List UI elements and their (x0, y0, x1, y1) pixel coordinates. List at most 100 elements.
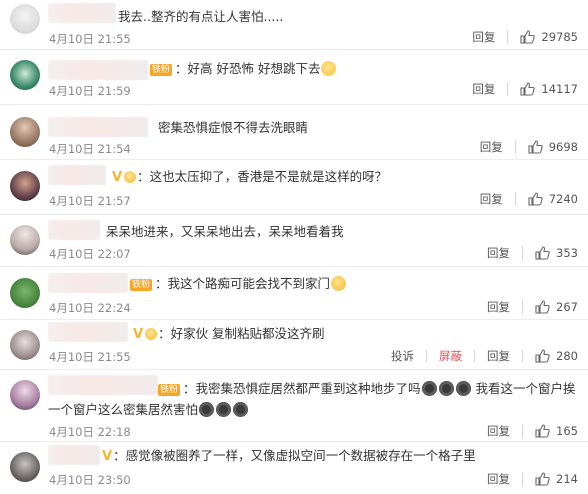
username-blurred[interactable] (48, 322, 128, 342)
divider (522, 424, 524, 438)
comment-text-wrapper: 铁粉 ：好高 好恐怖 好想跳下去 (150, 60, 337, 77)
comment-actions: 回复 353 (487, 245, 578, 261)
avatar[interactable] (10, 278, 40, 308)
divider (522, 472, 524, 486)
comment-text-wrapper: V ：这也太压抑了，香港是不是就是这样的呀？ (112, 168, 387, 186)
comment-item: 呆呆地进来，又呆呆地出去，呆呆地看着我 4月10日 22:07 回复 353 (0, 215, 588, 267)
crying-emoji-icon (233, 402, 249, 417)
comment-actions: 回复 14117 (472, 81, 578, 97)
report-button[interactable]: 投诉 (391, 348, 414, 364)
comment-text: ：好高 好恐怖 好想跳下去 (175, 61, 321, 76)
avatar[interactable] (10, 225, 40, 255)
avatar[interactable] (10, 117, 40, 147)
username-blurred[interactable] (48, 3, 116, 23)
comment-time: 4月10日 21:55 (49, 350, 131, 364)
comment-item: 铁粉 ：好高 好恐怖 好想跳下去 4月10日 21:59 回复 14117 (0, 50, 588, 105)
like-button[interactable]: 214 (535, 472, 578, 486)
like-button[interactable]: 7240 (528, 192, 578, 206)
comment-item: 铁粉 ：我密集恐惧症居然都严重到这种地步了吗 我看这一个窗户挨一个窗户这么密集居然… (0, 370, 588, 442)
comment-text: 我去..整齐的有点让人害怕..... (118, 9, 284, 24)
divider (507, 30, 509, 44)
thumbs-up-icon (535, 300, 550, 314)
username-blurred[interactable] (48, 60, 148, 80)
member-emoji-icon (124, 170, 137, 183)
vip-icon: V (133, 327, 144, 342)
divider (522, 300, 524, 314)
like-count: 14117 (541, 82, 578, 96)
like-button[interactable]: 29785 (520, 30, 578, 44)
avatar[interactable] (10, 452, 40, 482)
comment-text: ：这也太压抑了，香港是不是就是这样的呀？ (137, 169, 388, 184)
comment-actions: 投诉 屏蔽 回复 280 (391, 348, 578, 364)
comment-time: 4月10日 21:59 (49, 84, 131, 98)
like-button[interactable]: 9698 (528, 140, 578, 154)
thumbs-up-icon (535, 246, 550, 260)
fan-badge: 铁粉 (150, 63, 173, 76)
divider (514, 192, 516, 206)
username-blurred[interactable] (48, 445, 100, 465)
reply-button[interactable]: 回复 (487, 348, 510, 364)
reply-button[interactable]: 回复 (480, 191, 503, 207)
avatar[interactable] (10, 4, 40, 34)
comment-actions: 回复 29785 (472, 29, 578, 45)
reply-button[interactable]: 回复 (487, 423, 510, 439)
comment-item: V ：这也太压抑了，香港是不是就是这样的呀？ 4月10日 21:57 回复 724… (0, 160, 588, 215)
like-button[interactable]: 14117 (520, 82, 578, 96)
comment-text: ：感觉像被圈养了一样，又像虚拟空间一个数据被存在一个格子里 (113, 448, 476, 463)
crying-emoji-icon (455, 381, 471, 396)
reply-button[interactable]: 回复 (487, 245, 510, 261)
thumbs-up-icon (520, 30, 536, 44)
tongue-emoji-icon (331, 276, 347, 291)
like-count: 267 (556, 300, 578, 314)
reply-button[interactable]: 回复 (472, 81, 495, 97)
avatar[interactable] (10, 380, 40, 410)
comment-time: 4月10日 21:54 (49, 142, 131, 156)
like-button[interactable]: 165 (535, 424, 578, 438)
divider (426, 349, 428, 363)
thumbs-up-icon (535, 424, 550, 438)
divider (522, 349, 524, 363)
divider (514, 140, 516, 154)
comment-time: 4月10日 21:55 (49, 32, 131, 46)
username-blurred[interactable] (48, 220, 100, 240)
comment-time: 4月10日 22:07 (49, 247, 131, 261)
reply-button[interactable]: 回复 (472, 29, 495, 45)
avatar[interactable] (10, 330, 40, 360)
like-count: 280 (556, 349, 578, 363)
like-count: 353 (556, 246, 578, 260)
fan-badge: 铁粉 (158, 383, 181, 396)
block-button[interactable]: 屏蔽 (439, 348, 462, 364)
avatar[interactable] (10, 171, 40, 201)
comment-item: V：感觉像被圈养了一样，又像虚拟空间一个数据被存在一个格子里 4月10日 23:… (0, 442, 588, 494)
username-blurred[interactable] (48, 117, 148, 137)
comment-actions: 回复 165 (487, 423, 578, 439)
vip-icon: V (102, 449, 113, 464)
like-count: 214 (556, 472, 578, 486)
comment-text-wrapper: 铁粉 ：我这个路痴可能会找不到家门 (130, 275, 347, 292)
username-blurred[interactable] (48, 165, 106, 185)
comment-text: ：我密集恐惧症居然都严重到这种地步了吗 (183, 381, 421, 396)
member-emoji-icon (145, 327, 158, 340)
comment-text-wrapper: V ：好家伙 复制粘贴都没这齐刷 (133, 325, 325, 343)
comment-actions: 回复 7240 (480, 191, 578, 207)
thumbs-up-icon (535, 472, 550, 486)
vip-icon: V (112, 170, 123, 185)
comment-actions: 回复 9698 (480, 139, 578, 155)
comment-item: 铁粉 ：我这个路痴可能会找不到家门 4月10日 22:24 回复 267 (0, 267, 588, 320)
like-button[interactable]: 353 (535, 246, 578, 260)
username-blurred[interactable] (48, 273, 128, 293)
comment-time: 4月10日 22:18 (49, 425, 131, 439)
comment-text-wrapper: V：感觉像被圈养了一样，又像虚拟空间一个数据被存在一个格子里 (102, 447, 476, 465)
comment-text: 密集恐惧症恨不得去洗眼睛 (158, 120, 309, 135)
comment-item: V ：好家伙 复制粘贴都没这齐刷 4月10日 21:55 投诉 屏蔽 回复 280 (0, 320, 588, 370)
like-button[interactable]: 280 (535, 349, 578, 363)
reply-button[interactable]: 回复 (487, 471, 510, 487)
reply-button[interactable]: 回复 (487, 299, 510, 315)
sleepy-emoji-icon (321, 61, 337, 76)
avatar[interactable] (10, 60, 40, 90)
like-button[interactable]: 267 (535, 300, 578, 314)
divider (507, 82, 509, 96)
thumbs-up-icon (528, 140, 543, 154)
like-count: 9698 (548, 140, 578, 154)
reply-button[interactable]: 回复 (480, 139, 503, 155)
